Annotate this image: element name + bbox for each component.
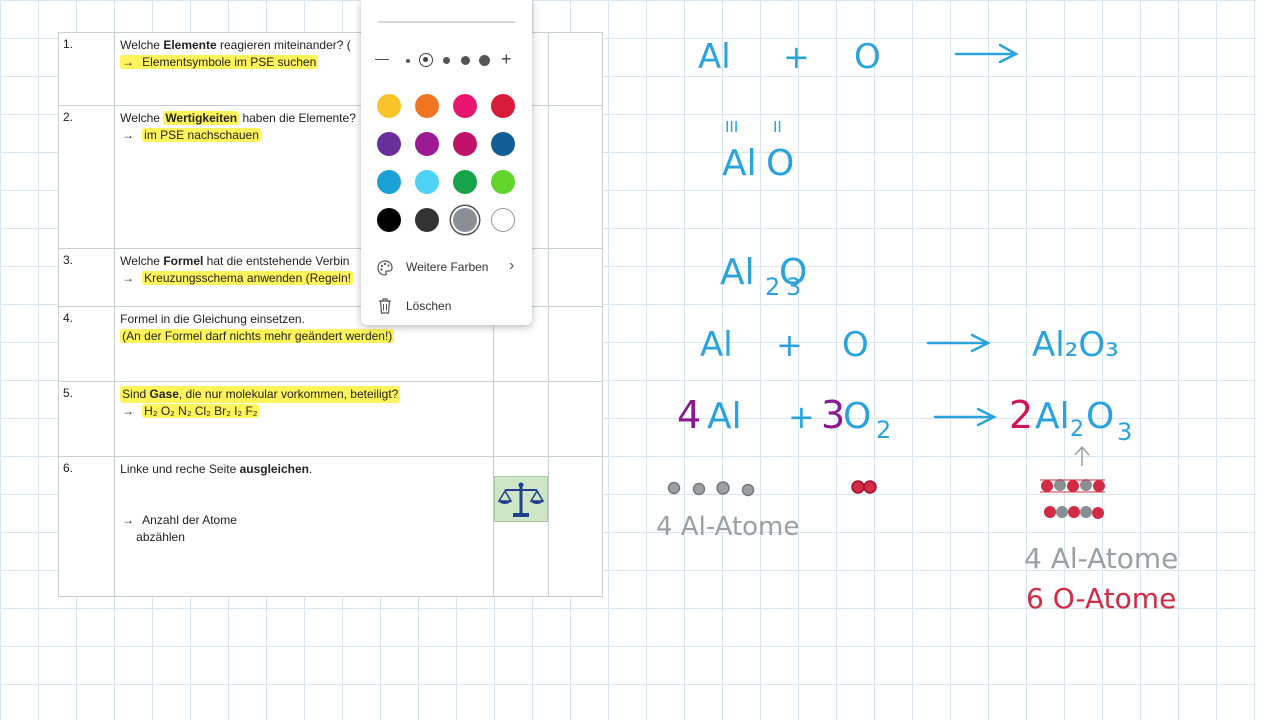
- o2-molecule: [851, 480, 877, 494]
- formula-sub-3: 3: [786, 273, 801, 301]
- eq1-al: Al: [698, 37, 731, 77]
- valence-al-symbol: Al: [722, 143, 757, 184]
- al2o3-molecules: [1040, 479, 1105, 519]
- eq2-arrow: [926, 333, 991, 353]
- eq3-arrow: [933, 407, 997, 427]
- eq2-al: Al: [700, 325, 733, 365]
- valence-o-symbol: O: [766, 143, 794, 184]
- eq3-product-o: O: [1086, 396, 1114, 437]
- right-al-count: 4 Al-Atome: [1024, 542, 1178, 575]
- formula-al: Al: [720, 252, 755, 293]
- eq1-plus: +: [783, 38, 810, 76]
- eq1-o: O: [854, 37, 881, 77]
- eq3-al: Al: [707, 396, 742, 437]
- eq2-product: Al₂O₃: [1032, 325, 1119, 365]
- valence-o: II: [773, 118, 782, 136]
- eq3-sub-2: 2: [876, 416, 891, 444]
- up-arrow: [1074, 445, 1090, 466]
- eq3-coef-4: 4: [677, 393, 701, 437]
- eq3-product-al: Al: [1035, 396, 1070, 437]
- eq3-coef-3: 3: [821, 393, 845, 437]
- eq3-coef-2: 2: [1009, 393, 1033, 437]
- right-o-count: 6 O-Atome: [1026, 582, 1176, 615]
- eq3-product-sub-3: 3: [1117, 418, 1132, 446]
- eq3-plus: +: [788, 398, 815, 436]
- handwritten-ink-layer: Al + O III II Al O Al 2 O 3 Al + O Al₂O₃…: [656, 37, 1178, 615]
- left-al-count: 4 Al-Atome: [656, 512, 799, 542]
- eq2-o: O: [842, 325, 869, 365]
- eq3-o: O: [843, 396, 871, 437]
- valence-al: III: [725, 118, 738, 136]
- eq1-arrow: [954, 43, 1019, 64]
- eq2-plus: +: [776, 326, 803, 364]
- formula-sub-2: 2: [765, 273, 780, 301]
- al-atoms-left: [667, 481, 755, 497]
- eq3-product-sub-2: 2: [1070, 417, 1084, 442]
